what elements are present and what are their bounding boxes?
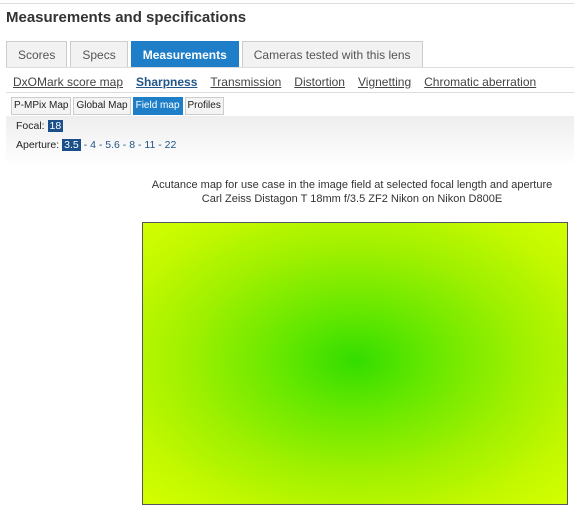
- aperture-option[interactable]: 5.6: [105, 139, 120, 151]
- tab-measurements[interactable]: Measurements: [130, 41, 239, 68]
- maptab-global[interactable]: Global Map: [73, 97, 131, 115]
- map-tabs: P-MPix Map Global Map Field map Profiles: [11, 97, 224, 115]
- aperture-option[interactable]: 8: [129, 139, 135, 151]
- main-tabs: Scores Specs Measurements Cameras tested…: [6, 41, 423, 68]
- tab-scores[interactable]: Scores: [6, 41, 68, 68]
- divider: [6, 92, 574, 93]
- measurement-subtabs: DxOMark score map Sharpness Transmission…: [13, 75, 536, 89]
- subtab-distortion[interactable]: Distortion: [294, 75, 345, 89]
- acutance-field-map: [142, 222, 568, 505]
- page-title: Measurements and specifications: [6, 9, 247, 26]
- aperture-option[interactable]: 4: [90, 139, 96, 151]
- divider: [0, 3, 574, 4]
- focal-label: Focal:: [16, 120, 45, 132]
- aperture-option[interactable]: 11: [144, 139, 155, 151]
- tab-specs[interactable]: Specs: [70, 41, 128, 68]
- aperture-label: Aperture:: [16, 139, 60, 151]
- subtab-chromatic-aberration[interactable]: Chromatic aberration: [424, 75, 536, 89]
- map-caption: Acutance map for use case in the image f…: [151, 179, 553, 191]
- maptab-profiles[interactable]: Profiles: [184, 97, 224, 115]
- divider: [6, 67, 574, 68]
- aperture-row: Aperture: 3.5 - 4 - 5.6 - 8 - 11 - 22: [16, 139, 177, 151]
- subtab-vignetting[interactable]: Vignetting: [358, 75, 411, 89]
- subtab-sharpness[interactable]: Sharpness: [136, 75, 197, 89]
- aperture-option[interactable]: 22: [165, 139, 177, 151]
- maptab-pmpix[interactable]: P-MPix Map: [11, 97, 72, 115]
- subtab-dxomark-score-map[interactable]: DxOMark score map: [13, 75, 123, 89]
- subtab-transmission[interactable]: Transmission: [210, 75, 281, 89]
- maptab-field[interactable]: Field map: [132, 97, 183, 115]
- focal-option-selected[interactable]: 18: [47, 120, 64, 132]
- focal-row: Focal: 18: [16, 120, 64, 132]
- aperture-option-selected[interactable]: 3.5: [62, 139, 81, 151]
- tab-cameras-tested[interactable]: Cameras tested with this lens: [241, 41, 423, 68]
- map-subtitle: Carl Zeiss Distagon T 18mm f/3.5 ZF2 Nik…: [201, 193, 503, 205]
